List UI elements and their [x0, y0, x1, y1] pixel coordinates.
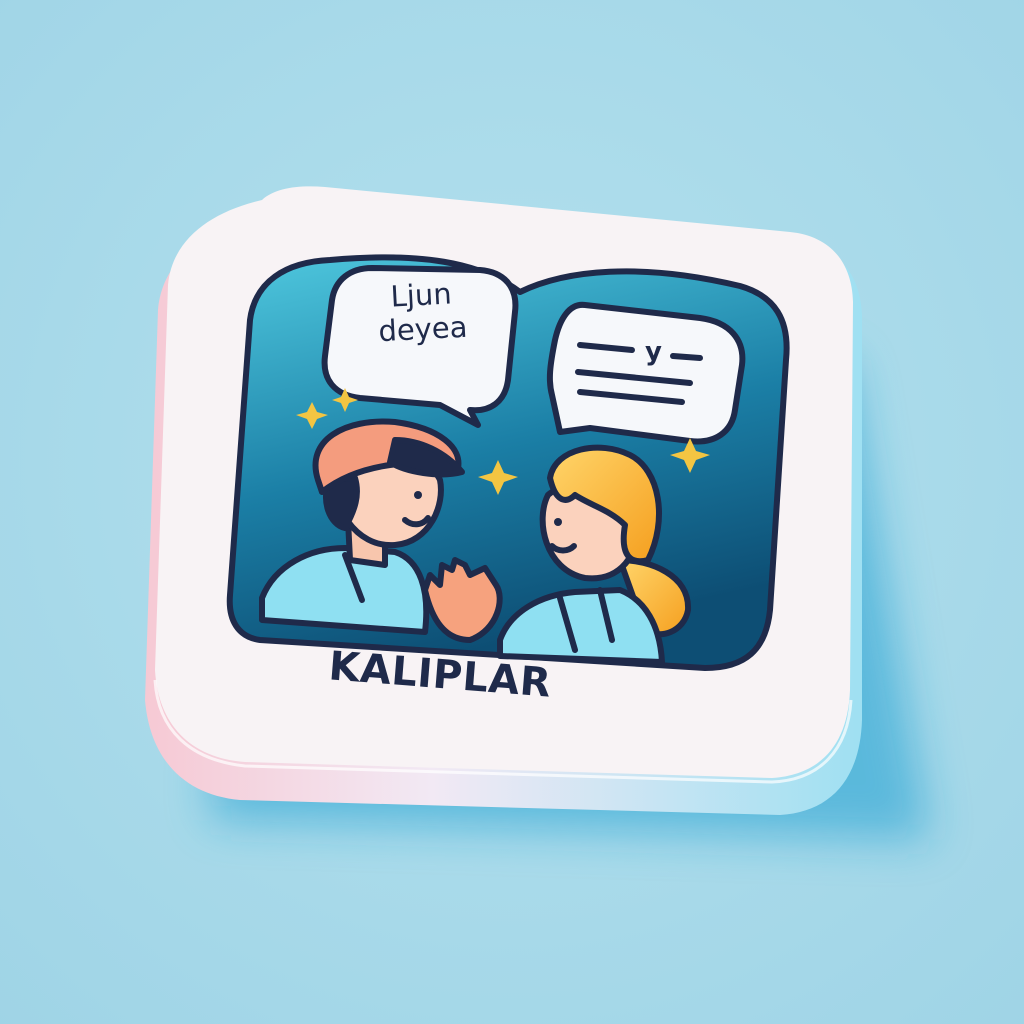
- right-bubble-glyph: y: [645, 337, 662, 367]
- left-bubble-text: Ljun deyea: [336, 274, 507, 351]
- app-icon-illustration: y: [0, 0, 1024, 1024]
